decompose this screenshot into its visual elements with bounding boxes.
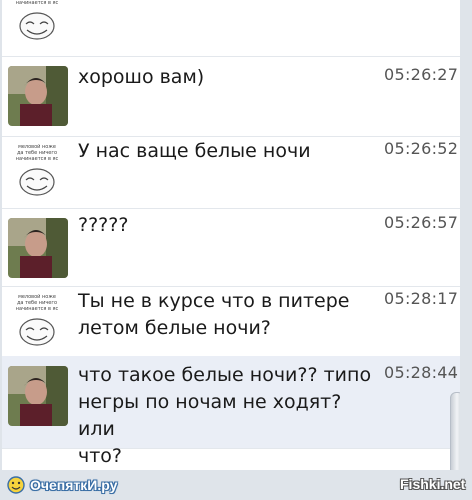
sender-avatar-meme[interactable]: меловой ноже да тебе ничего начинается в… (6, 144, 68, 206)
troll-face-icon (19, 12, 55, 40)
user-photo-icon (8, 66, 68, 126)
user-photo-icon (8, 218, 68, 278)
chat-message: меловой ноже да тебе ничего начинается в… (2, 136, 460, 209)
message-text: хорошо вам) (78, 66, 205, 88)
message-text: что такое белые ночи?? типо негры по ноч… (78, 364, 372, 467)
troll-face-icon (19, 168, 55, 196)
message-time: 05:28:44 (384, 363, 459, 382)
chat-history: меловой ноже да тебе ничего начинается в… (2, 0, 460, 470)
watermark-left-text: ОчепяткИ.ру (30, 477, 118, 493)
meme-caption: меловой ноже да тебе ничего начинается в… (15, 0, 59, 6)
message-text: У нас ваще белые ночи (78, 140, 311, 162)
chat-message: меловой ноже да тебе ничего начинается в… (2, 0, 460, 57)
message-text: ????? (78, 214, 129, 236)
sender-avatar-photo[interactable] (8, 66, 68, 126)
sender-avatar-photo[interactable] (8, 218, 68, 278)
sender-avatar-photo[interactable] (8, 366, 68, 426)
watermark-fishki: Fishki.net (400, 476, 466, 492)
chat-message: хорошо вам) 05:26:27 (2, 56, 460, 137)
meme-caption: меловой ноже да тебе ничего начинается в… (15, 294, 59, 312)
chat-message-selected: что такое белые ночи?? типо негры по ноч… (2, 356, 460, 467)
sender-avatar-meme[interactable]: меловой ноже да тебе ничего начинается в… (6, 294, 68, 356)
smiley-icon (7, 476, 25, 494)
sender-avatar-meme: меловой ноже да тебе ничего начинается в… (6, 0, 68, 50)
chat-message: ????? 05:26:57 (2, 208, 460, 287)
message-time: 05:26:27 (384, 65, 459, 84)
meme-caption: меловой ноже да тебе ничего начинается в… (15, 144, 59, 162)
message-time: 05:28:17 (384, 289, 459, 308)
watermark-ochepyatki: ОчепяткИ.ру (6, 474, 117, 496)
chat-message: меловой ноже да тебе ничего начинается в… (2, 286, 460, 357)
troll-face-icon (19, 318, 55, 346)
message-time: 05:26:57 (384, 213, 459, 232)
scrollbar-thumb[interactable] (450, 392, 460, 470)
message-time: 05:26:52 (384, 139, 459, 158)
message-text: Ты не в курсе что в питере летом белые н… (78, 290, 350, 339)
user-photo-icon (8, 366, 68, 426)
